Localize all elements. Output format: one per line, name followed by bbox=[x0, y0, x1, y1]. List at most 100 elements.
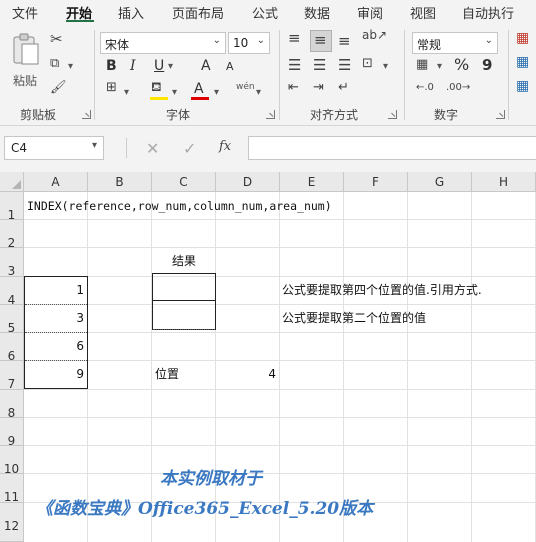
row-header-5[interactable]: 5 bbox=[0, 305, 24, 335]
tab-file[interactable]: 文件 bbox=[12, 3, 38, 22]
gridline bbox=[24, 417, 536, 418]
row-header-7[interactable]: 7 bbox=[0, 361, 24, 391]
formula-input[interactable] bbox=[248, 136, 536, 160]
grow-font-button[interactable]: A bbox=[201, 57, 211, 75]
row-header-4[interactable]: 4 bbox=[0, 277, 24, 307]
bold-button[interactable]: B bbox=[106, 57, 117, 75]
font-size-select[interactable]: 10 ⌄ bbox=[228, 32, 270, 54]
column-header-b[interactable]: B bbox=[88, 172, 152, 192]
cell-a1[interactable]: INDEX(reference,row_num,column_num,area_… bbox=[27, 199, 332, 213]
font-color-button[interactable]: A bbox=[191, 80, 209, 100]
tab-automate[interactable]: 自动执行 bbox=[462, 3, 514, 22]
increase-indent-icon[interactable]: ⇥ bbox=[313, 80, 324, 95]
copy-icon[interactable]: ⧉ bbox=[50, 56, 59, 71]
row-header-8[interactable]: 8 bbox=[0, 390, 24, 420]
align-top-icon[interactable]: ≡ bbox=[288, 29, 301, 47]
row-header-11[interactable]: 11 bbox=[0, 474, 24, 504]
font-color-dropdown-icon[interactable]: ▾ bbox=[214, 84, 219, 102]
enter-check-icon[interactable]: ✓ bbox=[183, 139, 196, 158]
alignment-launcher-icon[interactable] bbox=[388, 110, 397, 119]
select-all-button[interactable] bbox=[0, 172, 24, 192]
row-header-3[interactable]: 3 bbox=[0, 248, 24, 278]
decrease-indent-icon[interactable]: ⇤ bbox=[288, 80, 299, 95]
increase-decimal-icon[interactable]: ←.0 bbox=[416, 82, 434, 93]
border-icon[interactable]: ⊞ bbox=[106, 80, 117, 95]
cell-a7[interactable]: 9 bbox=[24, 367, 84, 381]
accounting-dropdown-icon[interactable]: ▾ bbox=[437, 58, 442, 76]
clipboard-launcher-icon[interactable] bbox=[82, 110, 91, 119]
column-header-a[interactable]: A bbox=[24, 172, 88, 192]
number-launcher-icon[interactable] bbox=[496, 110, 505, 119]
fill-color-button[interactable]: ⛾ bbox=[150, 80, 168, 100]
underline-dropdown-icon[interactable]: ▾ bbox=[168, 58, 173, 76]
row-header-2[interactable]: 2 bbox=[0, 220, 24, 250]
column-header-c[interactable]: C bbox=[152, 172, 216, 192]
fill-color-dropdown-icon[interactable]: ▾ bbox=[172, 84, 177, 102]
gridline bbox=[343, 192, 344, 542]
alignment-group-label: 对齐方式 bbox=[310, 108, 359, 122]
row-header-12[interactable]: 12 bbox=[0, 503, 24, 542]
chevron-down-icon: ⌄ bbox=[484, 35, 493, 46]
number-format-select[interactable]: 常规 ⌄ bbox=[412, 32, 498, 54]
row-header-1[interactable]: 1 bbox=[0, 192, 24, 222]
gridline bbox=[151, 192, 152, 542]
row-header-10[interactable]: 10 bbox=[0, 446, 24, 476]
format-painter-icon[interactable]: 🖌 bbox=[50, 80, 67, 95]
format-as-table-icon[interactable]: ▦ bbox=[516, 54, 529, 70]
cell-a5[interactable]: 3 bbox=[24, 311, 84, 325]
gridline bbox=[24, 389, 536, 390]
wrap-text-icon[interactable]: ↵ bbox=[338, 80, 349, 95]
cell-styles-icon[interactable]: ▦ bbox=[516, 78, 529, 94]
name-box-value: C4 bbox=[11, 141, 28, 155]
copy-dropdown-icon[interactable]: ▾ bbox=[68, 58, 73, 76]
phonetic-button[interactable]: wén bbox=[236, 78, 255, 96]
font-launcher-icon[interactable] bbox=[266, 110, 275, 119]
merge-dropdown-icon[interactable]: ▾ bbox=[383, 58, 388, 76]
font-name-select[interactable]: 宋体 ⌄ bbox=[100, 32, 226, 54]
tab-review[interactable]: 审阅 bbox=[357, 3, 383, 22]
row-header-9[interactable]: 9 bbox=[0, 418, 24, 448]
tab-data[interactable]: 数据 bbox=[304, 3, 330, 22]
italic-button[interactable]: I bbox=[130, 57, 136, 75]
accounting-format-icon[interactable]: ▦ bbox=[416, 57, 428, 72]
shrink-font-button[interactable]: A bbox=[226, 58, 234, 76]
name-box[interactable]: C4 ▾ bbox=[4, 136, 104, 160]
align-center-icon[interactable]: ☰ bbox=[313, 56, 326, 74]
tab-formulas[interactable]: 公式 bbox=[252, 3, 278, 22]
border-dropdown-icon[interactable]: ▾ bbox=[124, 84, 129, 102]
cell-a4[interactable]: 1 bbox=[24, 283, 84, 297]
column-header-e[interactable]: E bbox=[280, 172, 344, 192]
orientation-icon[interactable]: ab↗ bbox=[362, 28, 387, 42]
paste-button[interactable]: 粘贴 bbox=[10, 32, 42, 90]
clipboard-group-label: 剪贴板 bbox=[20, 108, 57, 122]
tab-view[interactable]: 视图 bbox=[410, 3, 436, 22]
cell-e4[interactable]: 公式要提取第四个位置的值.引用方式. bbox=[282, 283, 482, 297]
column-header-f[interactable]: F bbox=[344, 172, 408, 192]
merge-center-icon[interactable]: ⊡ bbox=[362, 56, 373, 71]
scissors-icon[interactable]: ✂ bbox=[50, 30, 63, 48]
align-left-icon[interactable]: ☰ bbox=[288, 56, 301, 74]
align-bottom-icon[interactable]: ≡ bbox=[338, 32, 351, 50]
decrease-decimal-icon[interactable]: .00→ bbox=[446, 82, 470, 93]
cancel-icon[interactable]: ✕ bbox=[146, 139, 159, 158]
phonetic-dropdown-icon[interactable]: ▾ bbox=[256, 84, 261, 102]
cell-d7[interactable]: 4 bbox=[216, 367, 276, 381]
insert-function-button[interactable]: fx bbox=[219, 139, 231, 154]
cell-c3[interactable]: 结果 bbox=[152, 254, 216, 268]
fill-color-swatch bbox=[150, 97, 168, 100]
align-middle-button[interactable]: ≡ bbox=[310, 30, 332, 52]
column-header-g[interactable]: G bbox=[408, 172, 472, 192]
percent-button[interactable]: % bbox=[454, 56, 469, 74]
cell-c7[interactable]: 位置 bbox=[155, 367, 179, 381]
tab-page-layout[interactable]: 页面布局 bbox=[172, 3, 224, 22]
row-header-6[interactable]: 6 bbox=[0, 333, 24, 363]
underline-button[interactable]: U bbox=[154, 57, 164, 75]
comma-style-button[interactable]: 9 bbox=[482, 56, 492, 74]
align-right-icon[interactable]: ☰ bbox=[338, 56, 351, 74]
column-header-h[interactable]: H bbox=[472, 172, 536, 192]
tab-insert[interactable]: 插入 bbox=[118, 3, 144, 22]
conditional-formatting-icon[interactable]: ▦ bbox=[516, 30, 529, 46]
column-header-d[interactable]: D bbox=[216, 172, 280, 192]
cell-e5[interactable]: 公式要提取第二个位置的值 bbox=[282, 311, 426, 325]
cell-a6[interactable]: 6 bbox=[24, 339, 84, 353]
